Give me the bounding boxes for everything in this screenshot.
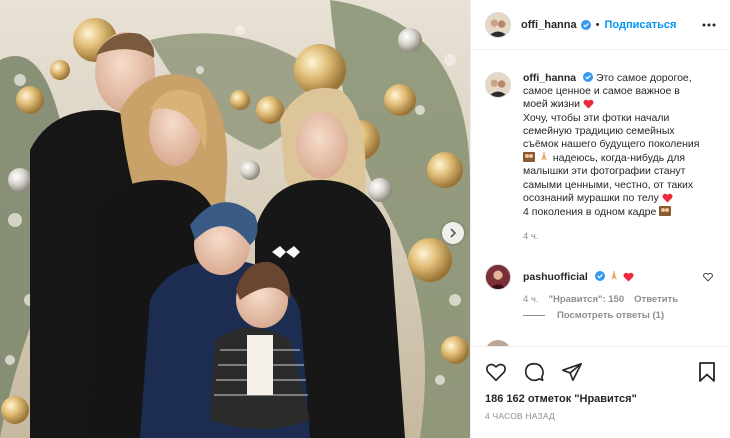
share-paper-plane-icon[interactable] [561, 361, 583, 383]
praying-hands-emoji-icon [610, 271, 617, 280]
next-photo-button[interactable] [442, 222, 464, 244]
caption-line: моей жизни [523, 98, 581, 111]
verified-badge-icon [583, 72, 594, 82]
replies-divider-line [523, 315, 545, 316]
verified-badge-icon [580, 19, 591, 30]
comment-time[interactable]: 4 ч. [523, 294, 539, 305]
red-heart-emoji-icon [583, 100, 594, 109]
caption-text: offi_hanna Это самое дорогое, самое ценн… [523, 72, 717, 219]
praying-hands-emoji-icon [540, 152, 547, 162]
family-emoji-icon [659, 206, 672, 217]
red-heart-emoji-icon [622, 272, 634, 282]
save-bookmark-icon[interactable] [697, 361, 717, 383]
red-heart-emoji-icon [662, 193, 673, 203]
caption-time[interactable]: 4 ч. [523, 231, 717, 242]
post-username[interactable]: offi_hanna [521, 19, 577, 31]
post-timestamp[interactable]: 4 ЧАСОВ НАЗАД [485, 411, 555, 421]
like-heart-icon[interactable] [485, 361, 507, 383]
avatar[interactable] [485, 264, 511, 290]
more-options-icon[interactable] [701, 19, 717, 31]
caption-line: малышки эти фотографии станут [523, 165, 686, 178]
like-comment-heart-icon[interactable] [703, 272, 713, 282]
caption-line: самыми ценными, честно, от таких [523, 178, 694, 191]
reply-button[interactable]: Ответить [634, 294, 678, 305]
caption-line: 4 поколения в одном кадре [523, 206, 657, 219]
comments-area[interactable]: offi_hanna Это самое дорогое, самое ценн… [471, 50, 730, 346]
action-buttons [485, 361, 583, 383]
caption-line: семейную традицию семейных [523, 124, 675, 137]
verified-badge-icon [594, 271, 605, 281]
likes-count[interactable]: 186 162 отметок "Нравится" [485, 393, 637, 405]
family-emoji-icon [523, 152, 535, 163]
caption-line: съёмок нашего будущего поколения [523, 138, 700, 151]
caption-line: осознаний мурашки по телу [523, 191, 659, 204]
chevron-right-icon [450, 228, 457, 238]
comment-item: pashuofficial 4 ч. "Нравится": 150 Ответ… [485, 264, 717, 305]
comment-meta: 4 ч. "Нравится": 150 Ответить [523, 294, 717, 305]
caption-line: Это самое дорогое, [595, 72, 692, 84]
caption-line: Хочу, чтобы эти фотки начали [523, 111, 670, 124]
caption-line: надеюсь, когда-нибудь для [552, 152, 686, 165]
follow-button[interactable]: Подписаться [604, 19, 676, 31]
separator-dot: • [595, 18, 600, 31]
avatar[interactable] [485, 11, 511, 38]
avatar[interactable] [485, 72, 511, 98]
view-replies-label: Посмотреть ответы (1) [557, 310, 665, 321]
caption-line: самое ценное и самое важное в [523, 85, 680, 98]
caption-username[interactable]: offi_hanna [523, 72, 576, 84]
comment-likes[interactable]: "Нравится": 150 [549, 294, 625, 305]
post-header: offi_hanna • Подписаться [471, 0, 730, 50]
post-actions: 186 162 отметок "Нравится" 4 ЧАСОВ НАЗАД [471, 346, 730, 438]
view-replies-button[interactable]: Посмотреть ответы (1) [523, 310, 664, 321]
post-photo[interactable] [0, 0, 470, 438]
post-side-panel: offi_hanna • Подписаться offi_hanna Это … [470, 0, 730, 438]
comment-username[interactable]: pashuofficial [523, 271, 588, 283]
comment-bubble-icon[interactable] [523, 361, 545, 383]
comment-text: pashuofficial [523, 264, 717, 284]
family-photo-image [0, 0, 470, 438]
post-caption: offi_hanna Это самое дорогое, самое ценн… [485, 72, 717, 242]
